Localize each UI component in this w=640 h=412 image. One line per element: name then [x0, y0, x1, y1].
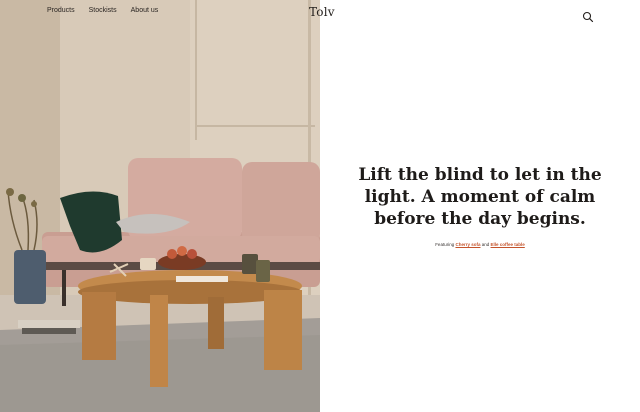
hero-headline: Lift the blind to let in the light. A mo…	[358, 165, 602, 229]
hero-content: Lift the blind to let in the light. A mo…	[320, 0, 640, 412]
nav-link-about-us[interactable]: About us	[131, 6, 159, 15]
elle-coffee-table-link[interactable]: Elle coffee table	[491, 242, 525, 247]
featuring-prefix: Featuring	[435, 242, 455, 247]
hero-photo	[0, 0, 320, 412]
nav-link-products[interactable]: Products	[47, 6, 75, 15]
featuring-line: Featuring Cherry sofa and Elle coffee ta…	[350, 241, 610, 248]
featuring-and: and	[481, 242, 490, 247]
nav-links: Products Stockists About us	[47, 6, 172, 15]
nav-link-stockists[interactable]: Stockists	[89, 6, 117, 15]
cherry-sofa-link[interactable]: Cherry sofa	[455, 242, 480, 247]
